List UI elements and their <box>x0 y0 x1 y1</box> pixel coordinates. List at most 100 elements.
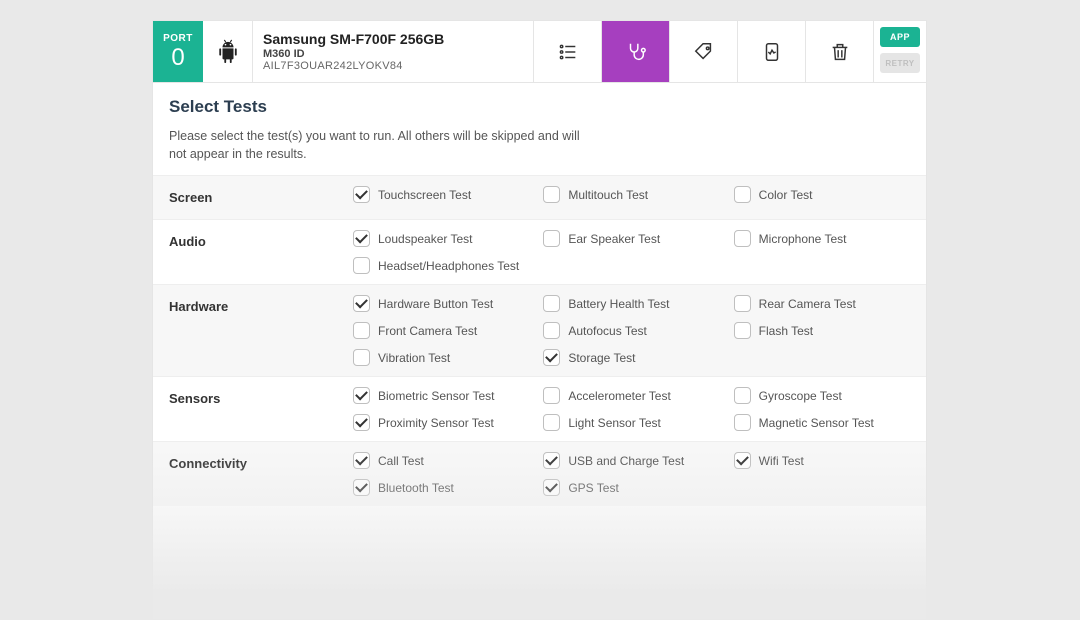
test-checkbox[interactable]: Front Camera Test <box>353 322 535 339</box>
category-grid: Call Test USB and Charge Test Wifi Test Blu… <box>353 442 926 506</box>
test-label: Wifi Test <box>759 454 804 468</box>
checkbox-box[interactable] <box>543 479 560 496</box>
test-label: Touchscreen Test <box>378 188 471 202</box>
checkbox-box[interactable] <box>353 257 370 274</box>
test-checkbox[interactable]: Touchscreen Test <box>353 186 535 203</box>
test-checkbox[interactable]: Light Sensor Test <box>543 414 725 431</box>
test-label: Microphone Test <box>759 232 847 246</box>
panel-header: PORT 0 Samsung SM-F700F 256GB M360 ID AI… <box>153 21 926 83</box>
checkbox-box[interactable] <box>543 349 560 366</box>
test-label: Storage Test <box>568 351 635 365</box>
checkbox-box[interactable] <box>353 452 370 469</box>
android-icon <box>217 39 239 65</box>
tool-report[interactable] <box>738 21 806 82</box>
checkbox-box[interactable] <box>353 387 370 404</box>
stethoscope-icon <box>625 41 647 63</box>
test-checkbox[interactable]: USB and Charge Test <box>543 452 725 469</box>
test-checkbox[interactable]: Hardware Button Test <box>353 295 535 312</box>
checkbox-box[interactable] <box>734 230 751 247</box>
test-checkbox[interactable]: Wifi Test <box>734 452 916 469</box>
checkbox-box[interactable] <box>543 295 560 312</box>
category-row: ConnectivityCall TestUSB and Charge Test… <box>153 441 926 506</box>
test-checkbox[interactable]: Ear Speaker Test <box>543 230 725 247</box>
device-info: Samsung SM-F700F 256GB M360 ID AIL7F3OUA… <box>253 21 534 82</box>
category-label: Hardware <box>153 285 353 376</box>
checkbox-box[interactable] <box>734 295 751 312</box>
port-badge: PORT 0 <box>153 21 203 82</box>
tool-list[interactable] <box>534 21 602 82</box>
test-label: Ear Speaker Test <box>568 232 660 246</box>
checkbox-box[interactable] <box>353 479 370 496</box>
checkbox-box[interactable] <box>353 186 370 203</box>
port-number: 0 <box>171 46 184 70</box>
category-label: Screen <box>153 176 353 219</box>
test-label: Multitouch Test <box>568 188 648 202</box>
test-checkbox[interactable]: Proximity Sensor Test <box>353 414 535 431</box>
checkbox-box[interactable] <box>543 322 560 339</box>
test-checkbox[interactable]: Magnetic Sensor Test <box>734 414 916 431</box>
test-label: Magnetic Sensor Test <box>759 416 874 430</box>
platform-android-icon <box>203 21 253 82</box>
header-right-buttons: APP RETRY <box>874 21 926 82</box>
category-grid: Hardware Button Test Battery Health Test R… <box>353 285 926 376</box>
test-checkbox[interactable]: Color Test <box>734 186 916 203</box>
checkbox-box[interactable] <box>543 387 560 404</box>
test-label: Battery Health Test <box>568 297 669 311</box>
tool-delete[interactable] <box>806 21 874 82</box>
m360-id: AIL7F3OUAR242LYOKV84 <box>263 60 523 72</box>
checkbox-box[interactable] <box>353 230 370 247</box>
test-label: Bluetooth Test <box>378 481 454 495</box>
test-checkbox[interactable]: Autofocus Test <box>543 322 725 339</box>
category-grid: Loudspeaker Test Ear Speaker Test Micropho… <box>353 220 926 284</box>
test-checkbox[interactable]: GPS Test <box>543 479 725 496</box>
checkbox-box[interactable] <box>353 349 370 366</box>
test-label: Loudspeaker Test <box>378 232 473 246</box>
test-checkbox[interactable]: Rear Camera Test <box>734 295 916 312</box>
test-checkbox[interactable]: Headset/Headphones Test <box>353 257 535 274</box>
category-label: Sensors <box>153 377 353 441</box>
checkbox-box[interactable] <box>353 295 370 312</box>
checkbox-box[interactable] <box>734 452 751 469</box>
test-checkbox[interactable]: Microphone Test <box>734 230 916 247</box>
device-test-panel: PORT 0 Samsung SM-F700F 256GB M360 ID AI… <box>152 20 927 620</box>
checkbox-box[interactable] <box>543 414 560 431</box>
checkbox-box[interactable] <box>543 186 560 203</box>
retry-button[interactable]: RETRY <box>880 53 920 73</box>
m360-label: M360 ID <box>263 48 523 60</box>
page-heading-block: Select Tests Please select the test(s) y… <box>153 83 926 175</box>
checkbox-box[interactable] <box>543 452 560 469</box>
checkbox-box[interactable] <box>734 186 751 203</box>
test-checkbox[interactable]: Loudspeaker Test <box>353 230 535 247</box>
test-checkbox[interactable]: Accelerometer Test <box>543 387 725 404</box>
test-label: Hardware Button Test <box>378 297 493 311</box>
test-checkbox[interactable]: Flash Test <box>734 322 916 339</box>
test-checkbox[interactable]: Call Test <box>353 452 535 469</box>
test-checkbox[interactable]: Vibration Test <box>353 349 535 366</box>
test-label: Autofocus Test <box>568 324 647 338</box>
test-checkbox[interactable]: Battery Health Test <box>543 295 725 312</box>
test-checkbox[interactable]: Biometric Sensor Test <box>353 387 535 404</box>
checkbox-box[interactable] <box>543 230 560 247</box>
checkbox-box[interactable] <box>353 414 370 431</box>
checkbox-box[interactable] <box>734 387 751 404</box>
test-category-list: Screen Touchscreen Test Multitouch Test Col… <box>153 175 926 605</box>
checkbox-box[interactable] <box>353 322 370 339</box>
category-row: Screen Touchscreen Test Multitouch Test Col… <box>153 175 926 219</box>
test-checkbox[interactable]: Storage Test <box>543 349 725 366</box>
port-label: PORT <box>163 33 193 44</box>
test-checkbox[interactable]: Multitouch Test <box>543 186 725 203</box>
tool-tag[interactable] <box>670 21 738 82</box>
report-icon <box>761 41 783 63</box>
checkbox-box[interactable] <box>734 322 751 339</box>
test-label: USB and Charge Test <box>568 454 684 468</box>
category-row: SensorsBiometric Sensor Test Acceleromete… <box>153 376 926 441</box>
app-button[interactable]: APP <box>880 27 920 47</box>
test-checkbox[interactable]: Bluetooth Test <box>353 479 535 496</box>
test-label: Call Test <box>378 454 424 468</box>
test-checkbox[interactable]: Gyroscope Test <box>734 387 916 404</box>
checkbox-box[interactable] <box>734 414 751 431</box>
test-label: Gyroscope Test <box>759 389 842 403</box>
test-label: Vibration Test <box>378 351 450 365</box>
test-label: Flash Test <box>759 324 813 338</box>
tool-diagnostics[interactable] <box>602 21 670 82</box>
